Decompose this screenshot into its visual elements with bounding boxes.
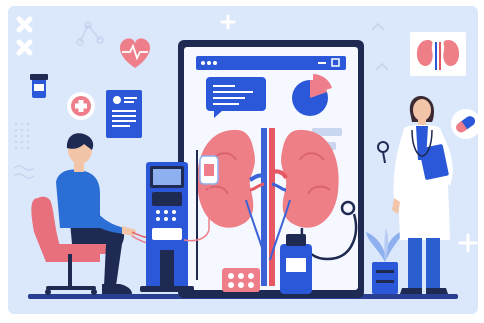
medical-cross-icon [67,92,95,120]
pill-blister [222,268,260,292]
kidney-poster-icon [410,32,466,76]
medical-record-icon [106,90,142,138]
dialysis-machine-icon [140,162,194,292]
capsule-icon [451,109,481,139]
pill-bottle-icon [30,74,48,98]
kidney-dialysis-illustration [0,0,484,323]
